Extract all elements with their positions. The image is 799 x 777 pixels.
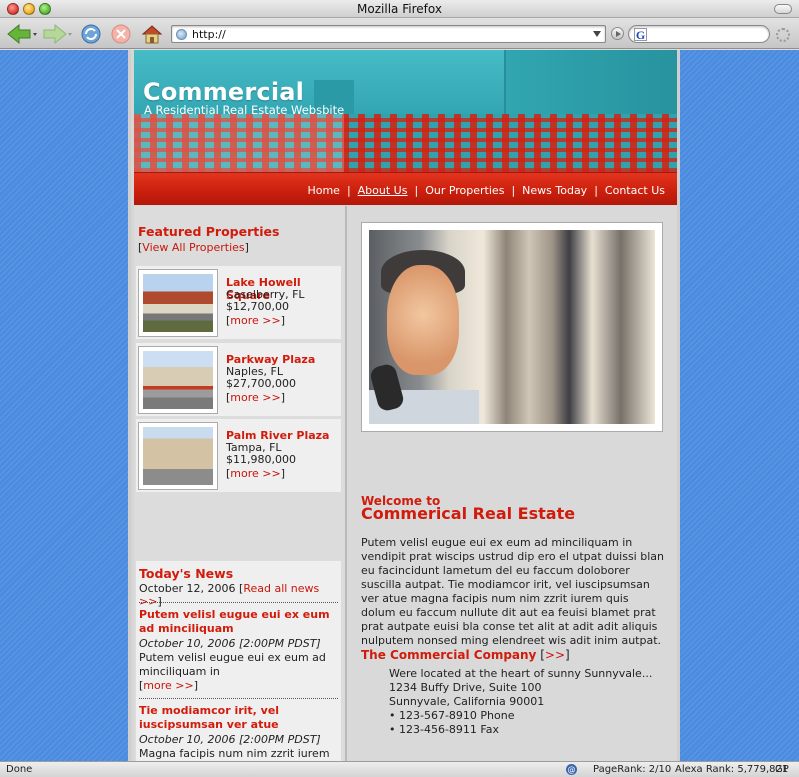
- welcome-main-heading: Commerical Real Estate: [361, 504, 576, 523]
- photo-face: [387, 265, 459, 375]
- news-item-date: October 10, 2006 [2:00PM PDST]: [139, 637, 321, 650]
- view-all-properties: [View All Properties]: [138, 241, 249, 254]
- address-line: Were located at the heart of sunny Sunny…: [389, 667, 653, 680]
- forward-button[interactable]: [42, 22, 74, 45]
- addon-status-icon[interactable]: @: [566, 764, 577, 775]
- reload-button[interactable]: [79, 22, 103, 45]
- nav-about-link[interactable]: About Us: [358, 184, 408, 197]
- nav-contact-link[interactable]: Contact Us: [605, 184, 665, 197]
- home-button[interactable]: [140, 22, 164, 45]
- reload-icon: [81, 24, 101, 43]
- website-page: Commercial A Residential Real Estate Web…: [128, 50, 680, 761]
- news-more-link[interactable]: more >>: [143, 679, 193, 692]
- property-card: Palm River Plaza Tampa, FL $11,980,000 […: [136, 419, 341, 492]
- url-bar[interactable]: http://: [171, 25, 606, 43]
- nav-separator: |: [346, 184, 351, 197]
- stop-icon: [111, 24, 131, 43]
- banner-building-tower: [504, 50, 677, 118]
- featured-properties-heading: Featured Properties: [138, 224, 280, 239]
- nav-separator: |: [511, 184, 516, 197]
- address-line: 1234 Buffy Drive, Suite 100: [389, 681, 542, 694]
- property-price: $12,700,00: [226, 300, 289, 313]
- search-engine-icon[interactable]: G: [634, 28, 647, 42]
- main-nav-bar: Home | About Us | Our Properties | News …: [134, 172, 677, 205]
- property-photo: [143, 427, 213, 485]
- property-more-link[interactable]: more >>: [230, 467, 280, 480]
- property-photo: [143, 274, 213, 332]
- status-bar: Done @ PageRank: 2/10 Alexa Rank: 5,779,…: [0, 761, 799, 777]
- main-content: Welcome to Commerical Real Estate Putem …: [347, 206, 677, 761]
- hero-photo-frame: [361, 222, 663, 432]
- nav-separator: |: [594, 184, 598, 197]
- url-history-dropdown-icon[interactable]: [593, 31, 601, 37]
- nav-properties-link[interactable]: Our Properties: [425, 184, 504, 197]
- news-date-text: October 12, 2006: [139, 582, 236, 595]
- main-nav: Home | About Us | Our Properties | News …: [307, 184, 665, 197]
- property-price: $27,700,000: [226, 377, 296, 390]
- activity-throbber-icon: [776, 28, 790, 42]
- news-more: [more >>]: [139, 679, 199, 692]
- left-sidebar: Featured Properties [View All Properties…: [134, 206, 345, 761]
- news-item-text: Magna facipis num nim zzrit iurem quis d…: [139, 747, 330, 760]
- site-globe-icon: [176, 29, 187, 40]
- property-price: $11,980,000: [226, 453, 296, 466]
- alexa-rank-indicator[interactable]: Alexa Rank: 5,779,821: [675, 764, 788, 775]
- property-thumbnail[interactable]: [138, 422, 218, 490]
- search-bar[interactable]: G: [628, 25, 770, 43]
- news-headline[interactable]: Putem velisl eugue eui ex eum ad mincili…: [139, 608, 339, 636]
- news-item-date: October 10, 2006 [2:00PM PDST]: [139, 733, 321, 746]
- address-line: Sunnyvale, California 90001: [389, 695, 545, 708]
- hero-photo-businessman: [369, 230, 655, 424]
- url-text[interactable]: http://: [192, 28, 226, 41]
- property-photo: [143, 351, 213, 409]
- page-viewport: Commercial A Residential Real Estate Web…: [0, 50, 799, 761]
- company-heading: The Commercial Company [>>]: [361, 648, 570, 662]
- property-more-link[interactable]: more >>: [230, 391, 280, 404]
- nav-news-link[interactable]: News Today: [522, 184, 587, 197]
- back-button[interactable]: [5, 22, 39, 45]
- address-phone: • 123-567-8910 Phone: [389, 709, 515, 722]
- company-address: Were located at the heart of sunny Sunny…: [389, 667, 652, 737]
- status-text: Done: [6, 764, 33, 775]
- go-button[interactable]: [611, 27, 624, 40]
- news-box: Today's News October 12, 2006 [Read all …: [136, 561, 341, 761]
- nav-home-link[interactable]: Home: [307, 184, 339, 197]
- site-subtitle: A Residential Real Estate Websbite: [144, 103, 345, 117]
- property-card: Lake Howell Square Caselberry, FL $12,70…: [136, 266, 341, 339]
- stop-button[interactable]: [109, 22, 133, 45]
- gp-indicator[interactable]: GP: [775, 764, 789, 775]
- view-all-properties-link[interactable]: View All Properties: [142, 241, 244, 254]
- back-arrow-icon: [7, 23, 37, 44]
- todays-news-heading: Today's News: [139, 566, 234, 581]
- company-title: The Commercial Company: [361, 648, 537, 662]
- company-more-link[interactable]: >>: [545, 648, 565, 662]
- news-current-date: October 12, 2006 [Read all news >>]: [139, 582, 320, 608]
- banner-overlay: [134, 114, 344, 172]
- news-divider: [139, 698, 338, 699]
- property-more: [more >>]: [226, 391, 286, 404]
- window-title: Mozilla Firefox: [357, 2, 442, 16]
- news-divider: [139, 602, 338, 603]
- home-icon: [141, 24, 163, 43]
- news-item-text: Putem velisl eugue eui ex eum ad mincili…: [139, 651, 326, 678]
- site-title: Commercial: [143, 78, 305, 106]
- property-thumbnail[interactable]: [138, 269, 218, 337]
- news-headline[interactable]: Tie modiamcor irit, vel iuscipsumsan ver…: [139, 704, 339, 732]
- property-more: [more >>]: [226, 467, 286, 480]
- browser-toolbar: http:// G: [0, 18, 799, 49]
- toolbar-toggle-button[interactable]: [774, 4, 792, 14]
- property-thumbnail[interactable]: [138, 346, 218, 414]
- pagerank-indicator[interactable]: PageRank: 2/10: [593, 764, 671, 775]
- forward-arrow-icon: [43, 23, 72, 44]
- property-more: [more >>]: [226, 314, 286, 327]
- intro-paragraph: Putem velisl eugue eui ex eum ad mincili…: [361, 536, 664, 647]
- header-banner: Commercial A Residential Real Estate Web…: [134, 50, 677, 172]
- address-fax: • 123-456-8911 Fax: [389, 723, 499, 736]
- property-card: Parkway Plaza Naples, FL $27,700,000 [mo…: [136, 343, 341, 416]
- window-titlebar: Mozilla Firefox: [0, 0, 799, 18]
- property-more-link[interactable]: more >>: [230, 314, 280, 327]
- nav-separator: |: [414, 184, 419, 197]
